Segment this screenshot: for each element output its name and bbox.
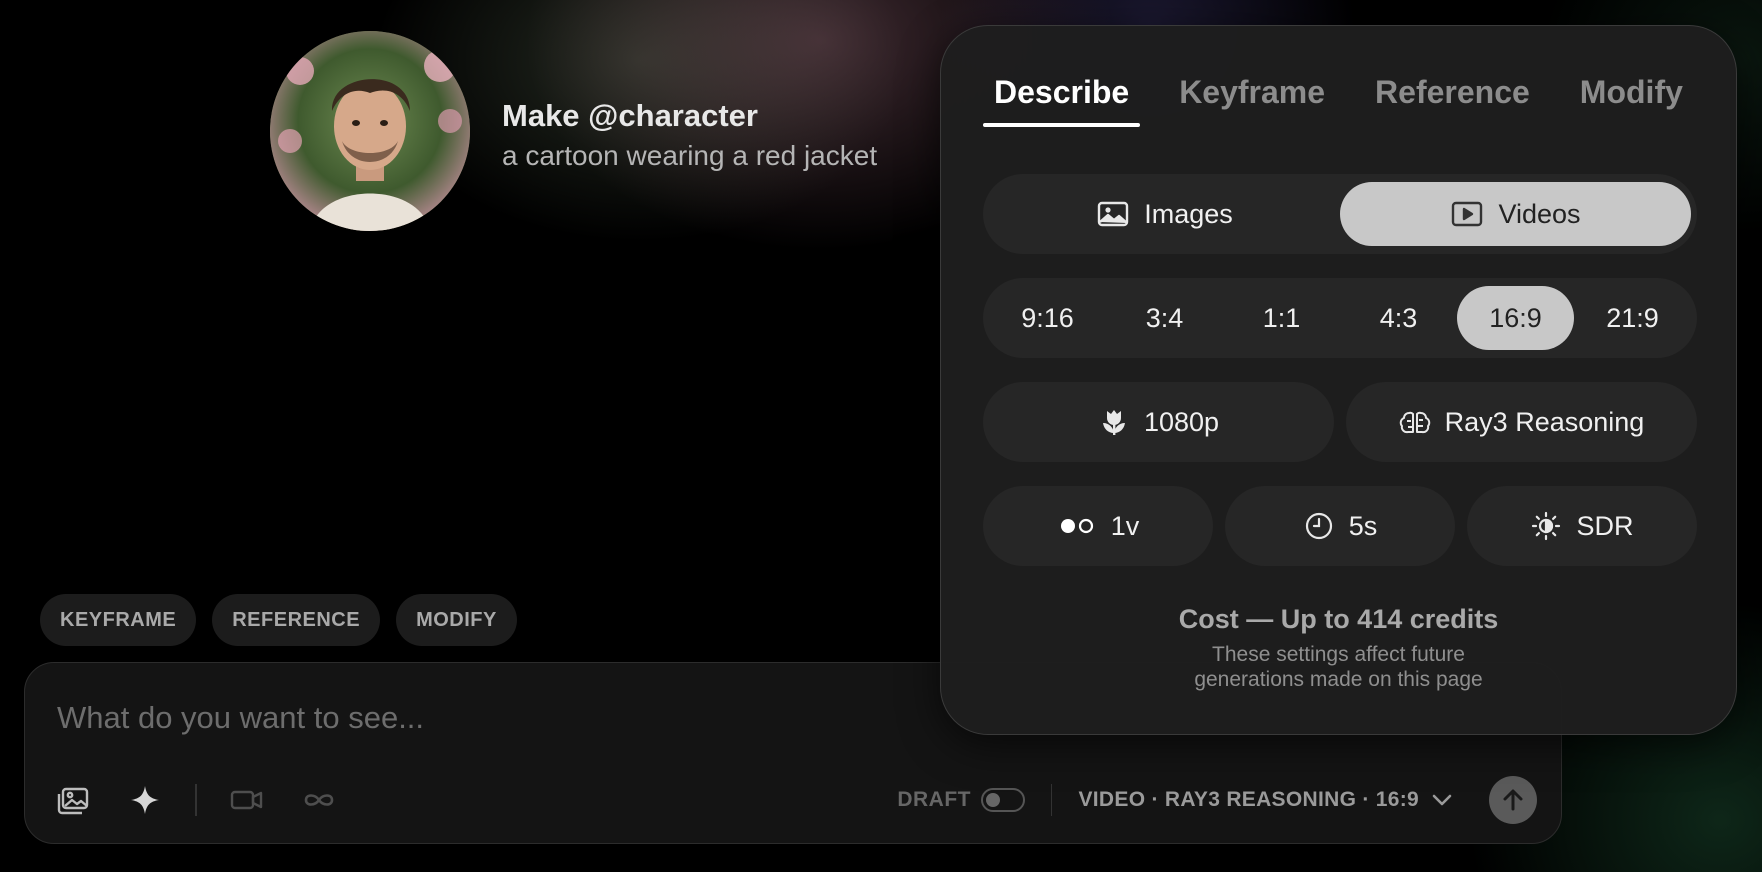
model-button[interactable]: Ray3 Reasoning bbox=[1346, 382, 1697, 462]
options-row: 1v 5s SDR bbox=[983, 486, 1697, 566]
arrow-up-icon bbox=[1503, 789, 1523, 811]
tab-describe[interactable]: Describe bbox=[983, 66, 1141, 127]
cost-note: These settings affect future generations… bbox=[941, 642, 1736, 692]
media-type-selector: Images Videos bbox=[983, 174, 1697, 254]
sparkle-icon bbox=[131, 786, 159, 814]
images-option[interactable]: Images bbox=[989, 182, 1340, 246]
ratio-option-16-9[interactable]: 16:9 bbox=[1457, 286, 1574, 350]
brain-icon bbox=[1399, 411, 1430, 434]
generation-settings-panel: Describe Keyframe Reference Modify Image… bbox=[940, 25, 1737, 735]
clock-icon bbox=[1305, 512, 1332, 540]
chevron-down-icon bbox=[1432, 794, 1452, 806]
ratio-option-4-3[interactable]: 4:3 bbox=[1340, 286, 1457, 350]
tulip-icon bbox=[1102, 410, 1125, 435]
brightness-icon bbox=[1532, 511, 1561, 541]
images-option-label: Images bbox=[1144, 198, 1233, 229]
aspect-ratio-selector: 9:16 3:4 1:1 4:3 16:9 21:9 bbox=[983, 278, 1697, 358]
ratio-option-9-16[interactable]: 9:16 bbox=[989, 286, 1106, 350]
infinity-icon bbox=[304, 794, 333, 806]
composer-toolbar: DRAFT VIDEO · RAY3 REASONING · 16:9 bbox=[51, 775, 1537, 825]
quality-row: 1080p Ray3 Reasoning bbox=[983, 382, 1697, 462]
prompt-subtitle: a cartoon wearing a red jacket bbox=[502, 140, 878, 171]
send-button[interactable] bbox=[1489, 776, 1537, 824]
draft-label: DRAFT bbox=[897, 788, 971, 811]
resolution-label: 1080p bbox=[1143, 406, 1220, 437]
enhance-button[interactable] bbox=[123, 778, 167, 822]
character-avatar bbox=[270, 31, 470, 231]
character-portrait-image bbox=[270, 31, 470, 231]
duration-label: 5s bbox=[1348, 510, 1378, 541]
model-label: Ray3 Reasoning bbox=[1444, 406, 1645, 437]
toolbar-right-group: DRAFT VIDEO · RAY3 REASONING · 16:9 bbox=[897, 776, 1537, 824]
videos-option[interactable]: Videos bbox=[1340, 182, 1691, 246]
toolbar-divider bbox=[1050, 784, 1053, 816]
reference-chip[interactable]: REFERENCE bbox=[212, 594, 381, 646]
loop-button[interactable] bbox=[297, 778, 341, 822]
model-summary-label: VIDEO · RAY3 REASONING · 16:9 bbox=[1078, 788, 1419, 811]
image-icon bbox=[1098, 201, 1129, 227]
dynamic-range-button[interactable]: SDR bbox=[1467, 486, 1697, 566]
tab-modify[interactable]: Modify bbox=[1569, 66, 1694, 127]
variations-label: 1v bbox=[1110, 510, 1140, 541]
modify-chip[interactable]: MODIFY bbox=[396, 594, 517, 646]
ratio-option-1-1[interactable]: 1:1 bbox=[1223, 286, 1340, 350]
variations-button[interactable]: 1v bbox=[983, 486, 1213, 566]
prompt-input[interactable] bbox=[57, 693, 937, 743]
video-camera-icon bbox=[230, 790, 262, 810]
cost-note-line-1: These settings affect future bbox=[1212, 643, 1465, 666]
duration-button[interactable]: 5s bbox=[1225, 486, 1455, 566]
dynamic-range-label: SDR bbox=[1576, 510, 1634, 541]
play-icon bbox=[1452, 201, 1483, 227]
prompt-title: Make @character bbox=[502, 98, 758, 133]
toolbar-divider bbox=[195, 784, 197, 816]
tab-keyframe[interactable]: Keyframe bbox=[1168, 66, 1336, 127]
ratio-option-3-4[interactable]: 3:4 bbox=[1106, 286, 1223, 350]
videos-option-label: Videos bbox=[1498, 198, 1581, 229]
video-camera-button[interactable] bbox=[225, 778, 269, 822]
settings-tabs: Describe Keyframe Reference Modify bbox=[983, 66, 1722, 127]
ratio-option-21-9[interactable]: 21:9 bbox=[1574, 286, 1691, 350]
model-summary-dropdown[interactable]: VIDEO · RAY3 REASONING · 16:9 bbox=[1078, 787, 1455, 813]
variations-dots-icon bbox=[1060, 518, 1093, 534]
cost-summary: Cost — Up to 414 credits bbox=[1178, 604, 1499, 634]
mode-chips: KEYFRAME REFERENCE MODIFY bbox=[40, 594, 517, 646]
keyframe-chip[interactable]: KEYFRAME bbox=[40, 594, 197, 646]
add-images-button[interactable] bbox=[51, 778, 95, 822]
resolution-button[interactable]: 1080p bbox=[983, 382, 1334, 462]
cost-note-line-2: generations made on this page bbox=[1194, 668, 1483, 691]
add-images-icon bbox=[57, 787, 89, 815]
tab-reference[interactable]: Reference bbox=[1364, 66, 1541, 127]
draft-toggle[interactable] bbox=[980, 788, 1025, 812]
